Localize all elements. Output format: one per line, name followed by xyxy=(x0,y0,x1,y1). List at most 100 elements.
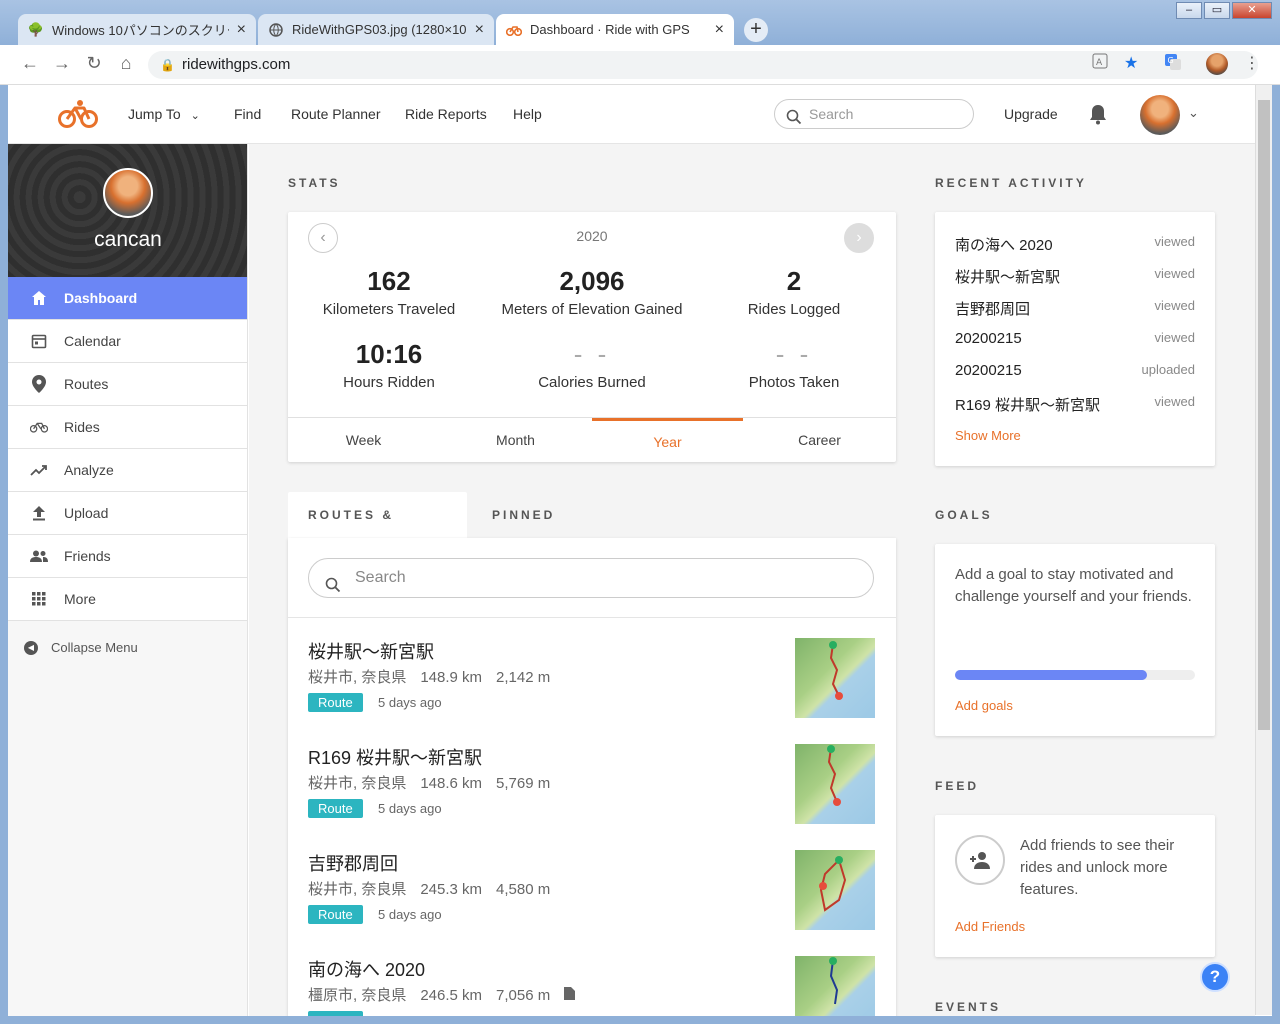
list-item[interactable]: R169 桜井駅～新宮駅 桜井市, 奈良県 148.6 km 5,769 m Rou… xyxy=(288,724,896,830)
browser-tab[interactable]: 🌳 Windows 10パソコンのスクリー × xyxy=(18,14,256,45)
bell-icon[interactable] xyxy=(1088,103,1108,130)
chevron-down-icon[interactable]: ⌄ xyxy=(1188,105,1199,121)
nav-help[interactable]: Help xyxy=(513,106,542,122)
close-tab-icon[interactable]: × xyxy=(715,21,724,39)
close-tab-icon[interactable]: × xyxy=(237,21,246,39)
rwgps-logo-icon[interactable] xyxy=(58,99,98,134)
sidebar-item-analyze[interactable]: Analyze xyxy=(8,449,247,492)
activity-row[interactable]: 桜井駅～新宮駅 viewed xyxy=(955,266,1195,287)
translate-icon[interactable]: A xyxy=(1092,53,1108,74)
route-place: 橿原市, 奈良県 xyxy=(308,987,407,1004)
avatar[interactable] xyxy=(103,168,153,218)
window-close-button[interactable]: ✕ xyxy=(1232,2,1272,19)
activity-row[interactable]: 吉野郡周回 viewed xyxy=(955,298,1195,319)
search-placeholder: Search xyxy=(809,106,854,122)
stat-hours: 10:16 Hours Ridden xyxy=(289,339,489,391)
sidebar-item-more[interactable]: More xyxy=(8,578,247,621)
page-scrollbar[interactable] xyxy=(1255,85,1272,1015)
add-goals-link[interactable]: Add goals xyxy=(955,698,1013,713)
sidebar-item-dashboard[interactable]: Dashboard xyxy=(8,277,247,320)
route-map-thumbnail[interactable] xyxy=(795,956,875,1024)
goals-card: Add a goal to stay motivated and challen… xyxy=(935,544,1215,736)
menu-kebab-icon[interactable]: ⋮ xyxy=(1244,53,1260,73)
nav-ride-reports[interactable]: Ride Reports xyxy=(405,106,487,122)
nav-find[interactable]: Find xyxy=(234,106,261,122)
browser-tab-active[interactable]: Dashboard · Ride with GPS × xyxy=(496,14,734,45)
header-search-input[interactable]: Search xyxy=(774,99,974,129)
reload-icon[interactable]: ↻ xyxy=(82,53,106,74)
route-ago: 5 days ago xyxy=(378,801,442,816)
scrollbar-thumb[interactable] xyxy=(1258,100,1270,730)
sidebar-item-friends[interactable]: Friends xyxy=(8,535,247,578)
activity-name[interactable]: 桜井駅～新宮駅 xyxy=(955,269,1060,286)
activity-name[interactable]: R169 桜井駅～新宮駅 xyxy=(955,397,1100,414)
show-more-link[interactable]: Show More xyxy=(955,428,1021,443)
tab-routes-rides[interactable]: ROUTES & RIDES xyxy=(288,492,467,568)
stats-card: ‹ 2020 › 162 Kilometers Traveled 2,096 M… xyxy=(288,212,896,462)
activity-row[interactable]: 南の海へ 2020 viewed xyxy=(955,234,1195,255)
upgrade-link[interactable]: Upgrade xyxy=(1004,106,1058,122)
profile-avatar-small[interactable] xyxy=(1206,53,1228,75)
people-icon xyxy=(30,547,48,565)
activity-row[interactable]: 20200215 uploaded xyxy=(955,362,1195,379)
restore-button[interactable]: ▭ xyxy=(1204,2,1230,19)
minimize-button[interactable]: – xyxy=(1176,2,1202,19)
route-title[interactable]: 南の海へ 2020 xyxy=(308,956,425,982)
sidebar-item-label: Rides xyxy=(64,419,100,435)
user-avatar[interactable] xyxy=(1140,95,1180,135)
route-meta: 桜井市, 奈良県 148.6 km 5,769 m xyxy=(308,772,564,793)
route-distance: 246.5 km xyxy=(420,987,483,1004)
route-map-thumbnail[interactable] xyxy=(795,850,875,930)
app-header: Jump To ⌄ Find Route Planner Ride Report… xyxy=(8,85,1255,144)
sidebar-item-routes[interactable]: Routes xyxy=(8,363,247,406)
trend-icon xyxy=(30,461,48,479)
collapse-menu-button[interactable]: ◀ Collapse Menu xyxy=(24,640,138,655)
sidebar-item-upload[interactable]: Upload xyxy=(8,492,247,535)
tab-year[interactable]: Year xyxy=(592,418,743,463)
search-placeholder: Search xyxy=(355,569,406,586)
close-tab-icon[interactable]: × xyxy=(475,21,484,39)
activity-name[interactable]: 20200215 xyxy=(955,330,1022,347)
activity-row[interactable]: 20200215 viewed xyxy=(955,330,1195,347)
username[interactable]: cancan xyxy=(8,228,248,252)
bookmark-star-icon[interactable]: ★ xyxy=(1124,53,1138,73)
list-item[interactable]: 南の海へ 2020 橿原市, 奈良県 246.5 km 7,056 m xyxy=(288,936,896,1024)
route-map-thumbnail[interactable] xyxy=(795,638,875,718)
list-item[interactable]: 吉野郡周回 桜井市, 奈良県 245.3 km 4,580 m Route 5 da… xyxy=(288,830,896,936)
nav-route-planner[interactable]: Route Planner xyxy=(291,106,381,122)
activity-name[interactable]: 20200215 xyxy=(955,362,1022,379)
tab-title: Windows 10パソコンのスクリー xyxy=(52,23,229,38)
forward-icon[interactable]: → xyxy=(50,53,74,74)
tree-favicon-icon: 🌳 xyxy=(27,21,45,37)
tab-career[interactable]: Career xyxy=(744,418,895,463)
nav-jump-to[interactable]: Jump To ⌄ xyxy=(128,106,200,122)
route-title[interactable]: 桜井駅～新宮駅 xyxy=(308,638,434,664)
sidebar-item-label: Routes xyxy=(64,376,109,392)
tab-week[interactable]: Week xyxy=(288,418,439,463)
tab-month[interactable]: Month xyxy=(440,418,591,463)
browser-tab[interactable]: RideWithGPS03.jpg (1280×10 × xyxy=(258,14,494,45)
route-title[interactable]: R169 桜井駅～新宮駅 xyxy=(308,744,482,770)
sidebar-item-calendar[interactable]: Calendar xyxy=(8,320,247,363)
sidebar-item-rides[interactable]: Rides xyxy=(8,406,247,449)
tab-pinned[interactable]: PINNED xyxy=(472,492,575,538)
next-year-button[interactable]: › xyxy=(844,223,874,253)
list-item[interactable]: 桜井駅～新宮駅 桜井市, 奈良県 148.9 km 2,142 m Route 5 … xyxy=(288,618,896,724)
window-frame xyxy=(1272,85,1280,1024)
stat-label: Photos Taken xyxy=(748,374,840,391)
home-browser-icon[interactable]: ⌂ xyxy=(114,53,138,74)
route-title[interactable]: 吉野郡周回 xyxy=(308,850,398,876)
recent-activity-title: RECENT ACTIVITY xyxy=(935,176,1087,190)
new-tab-button[interactable]: + xyxy=(744,18,768,42)
browser-toolbar: ← → ↻ ⌂ 🔒 ridewithgps.com A ★ G ⋮ xyxy=(0,45,1280,85)
google-translate-icon[interactable]: G xyxy=(1164,53,1182,76)
add-friends-link[interactable]: Add Friends xyxy=(955,919,1025,934)
route-distance: 245.3 km xyxy=(420,881,483,898)
activity-row[interactable]: R169 桜井駅～新宮駅 viewed xyxy=(955,394,1195,415)
activity-name[interactable]: 南の海へ 2020 xyxy=(955,237,1053,254)
route-map-thumbnail[interactable] xyxy=(795,744,875,824)
help-button[interactable]: ? xyxy=(1200,962,1230,992)
routes-search-input[interactable]: Search xyxy=(308,558,874,598)
activity-name[interactable]: 吉野郡周回 xyxy=(955,301,1030,318)
back-icon[interactable]: ← xyxy=(18,53,42,74)
